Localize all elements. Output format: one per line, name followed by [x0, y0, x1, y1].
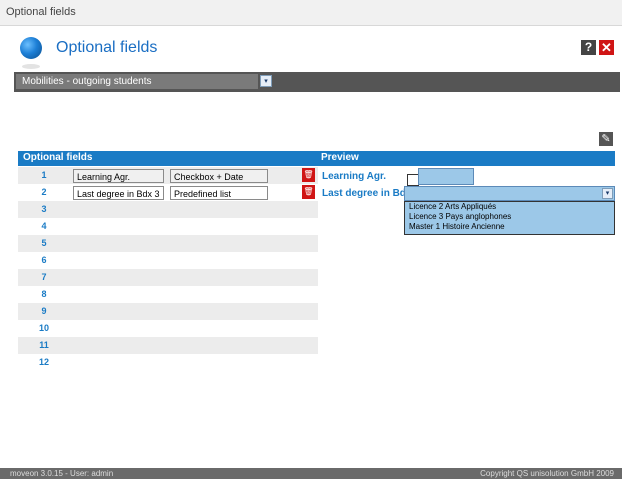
category-select-bar: Mobilities - outgoing students ▾ [14, 72, 620, 92]
row-number: 10 [38, 323, 49, 333]
page-title: Optional fields [56, 39, 158, 56]
help-button[interactable]: ? [581, 40, 596, 55]
table-row: 5 [18, 235, 318, 252]
footer-copyright: Copyright QS unisolution GmbH 2009 [480, 469, 614, 478]
row-number: 7 [41, 272, 47, 282]
footer-version: moveon 3.0.15 - User: admin [10, 469, 114, 478]
row-number: 5 [41, 238, 47, 248]
dropdown-option[interactable]: Licence 2 Arts Appliqués [405, 202, 614, 212]
chevron-down-icon[interactable]: ▾ [602, 188, 613, 199]
window-titlebar: Optional fields [0, 0, 622, 26]
table-row: 9 [18, 303, 318, 320]
dropdown-option[interactable]: Licence 3 Pays anglophones [405, 212, 614, 222]
row-number: 12 [38, 357, 49, 367]
field-name-input[interactable]: Last degree in Bdx 3 [73, 186, 164, 200]
row-number: 1 [41, 170, 47, 180]
row-number: 6 [41, 255, 47, 265]
preview-learning-label: Learning Agr. [322, 171, 387, 182]
dropdown-option[interactable]: Master 1 Histoire Ancienne [405, 222, 614, 232]
chevron-down-icon[interactable]: ▾ [260, 75, 272, 87]
edit-icon[interactable]: ✎ [599, 132, 613, 146]
preview-degree-label: Last degree in Bdx [322, 188, 412, 199]
page-header: Optional fields [0, 26, 622, 70]
table-row: 7 [18, 269, 318, 286]
field-type-input[interactable]: Predefined list [170, 186, 268, 200]
degree-dropdown-list: Licence 2 Arts Appliqués Licence 3 Pays … [404, 201, 615, 235]
row-number: 11 [39, 340, 49, 350]
window-title: Optional fields [6, 6, 76, 18]
table-row: 6 [18, 252, 318, 269]
trash-icon[interactable]: 🗑 [302, 185, 315, 199]
optional-fields-header: Optional fields [23, 152, 93, 163]
row-number: 9 [41, 306, 47, 316]
field-type-input[interactable]: Checkbox + Date [170, 169, 268, 183]
table-row: 3 [18, 201, 318, 218]
category-select[interactable]: Mobilities - outgoing students [16, 74, 258, 89]
close-button[interactable]: ✕ [599, 40, 614, 55]
row-number: 8 [41, 289, 47, 299]
row-number: 2 [41, 187, 47, 197]
learning-agreement-date-field[interactable] [418, 168, 474, 185]
logo-shadow [22, 64, 40, 69]
row-number: 4 [41, 221, 47, 231]
row-number: 3 [41, 204, 47, 214]
table-header: Optional fields Preview [18, 151, 615, 166]
table-row: 10 [18, 320, 318, 337]
field-name-input[interactable]: Learning Agr. [73, 169, 164, 183]
table-row: 8 [18, 286, 318, 303]
table-row: 12 [18, 354, 318, 371]
table-row: 1 Learning Agr. Checkbox + Date 🗑 [18, 167, 318, 184]
table-row: 2 Last degree in Bdx 3 Predefined list 🗑 [18, 184, 318, 201]
app-logo-icon [20, 37, 42, 59]
footer-bar: moveon 3.0.15 - User: admin Copyright QS… [0, 468, 622, 479]
table-row: 11 [18, 337, 318, 354]
degree-select[interactable]: ▾ [404, 186, 615, 201]
table-row: 4 [18, 218, 318, 235]
trash-icon[interactable]: 🗑 [302, 168, 315, 182]
preview-header: Preview [321, 152, 359, 163]
